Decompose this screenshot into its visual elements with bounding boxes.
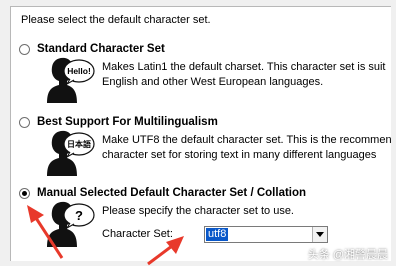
charset-select[interactable]: utf8 bbox=[204, 225, 328, 243]
option-multilingual-desc-line2: character set for storing text in many d… bbox=[102, 149, 377, 161]
chevron-down-icon[interactable] bbox=[312, 226, 327, 242]
option-standard-desc-line1: Makes Latin1 the default charset. This c… bbox=[102, 61, 386, 73]
person-japanese-icon: 日本語 bbox=[47, 130, 95, 176]
option-manual-desc-line1: Please specify the character set to use. bbox=[102, 205, 294, 217]
charset-row: Character Set: utf8 bbox=[102, 225, 328, 243]
option-manual-row[interactable]: Manual Selected Default Character Set / … bbox=[19, 185, 306, 201]
option-standard-title: Standard Character Set bbox=[37, 43, 165, 55]
person-question-icon: ? bbox=[47, 201, 95, 247]
option-manual-title: Manual Selected Default Character Set / … bbox=[37, 187, 307, 199]
option-standard-row[interactable]: Standard Character Set bbox=[19, 41, 165, 57]
option-standard-desc-line2: English and other West European language… bbox=[102, 76, 324, 88]
option-multilingual-desc-line1: Make UTF8 the default character set. Thi… bbox=[102, 134, 391, 146]
bubble-hello-text: Hello! bbox=[67, 66, 91, 76]
charset-label: Character Set: bbox=[102, 228, 173, 240]
window-background: Please select the default character set.… bbox=[0, 0, 396, 266]
watermark-text: 头条 @湘警晨晨 bbox=[307, 249, 388, 261]
option-multilingual-row[interactable]: Best Support For Multilingualism bbox=[19, 114, 218, 130]
option-multilingual-title: Best Support For Multilingualism bbox=[37, 116, 218, 128]
radio-manual[interactable] bbox=[19, 187, 30, 199]
option-manual-description: Please specify the character set to use. bbox=[102, 204, 294, 219]
option-standard-description: Makes Latin1 the default charset. This c… bbox=[102, 60, 386, 90]
radio-standard[interactable] bbox=[19, 43, 30, 55]
charset-selected-value: utf8 bbox=[206, 227, 229, 241]
charset-config-panel: Please select the default character set.… bbox=[10, 6, 391, 261]
radio-multilingual[interactable] bbox=[19, 116, 30, 128]
person-hello-icon: Hello! bbox=[47, 57, 95, 103]
bubble-japanese-text: 日本語 bbox=[67, 139, 91, 149]
bubble-question-text: ? bbox=[75, 208, 83, 223]
option-multilingual-description: Make UTF8 the default character set. Thi… bbox=[102, 133, 391, 163]
intro-text: Please select the default character set. bbox=[21, 14, 211, 26]
